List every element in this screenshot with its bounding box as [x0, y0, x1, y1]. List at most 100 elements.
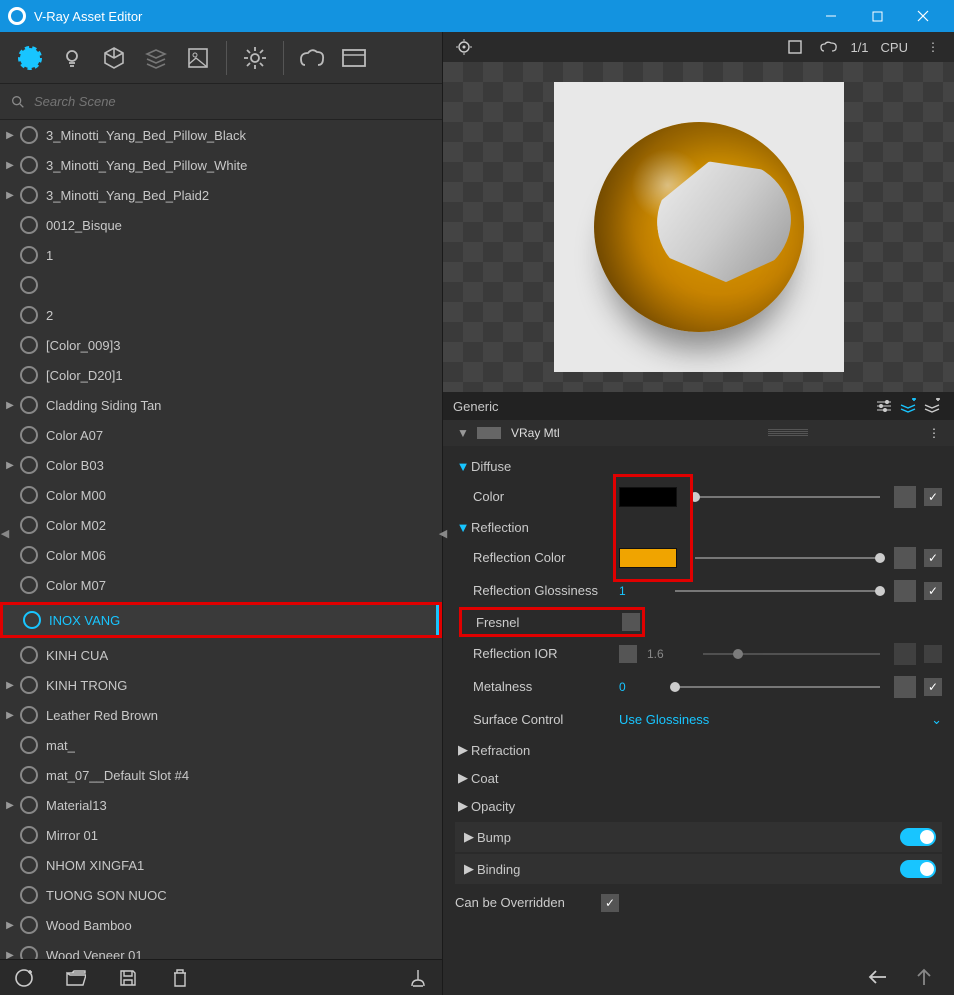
preview-engine[interactable]: CPU [881, 40, 908, 55]
search-input[interactable] [26, 90, 432, 113]
material-list[interactable]: ▶3_Minotti_Yang_Bed_Pillow_Black▶3_Minot… [0, 120, 442, 959]
material-item[interactable]: Color M02 [0, 510, 442, 540]
metalness-value[interactable]: 0 [619, 680, 667, 694]
material-item[interactable]: 2 [0, 300, 442, 330]
binding-toggle[interactable] [900, 860, 936, 878]
chevron-down-icon[interactable]: ⌄ [931, 712, 942, 728]
panel-collapse-left[interactable]: ◀ [0, 514, 10, 554]
reflection-tex-check[interactable]: ✓ [924, 549, 942, 567]
render-icon[interactable] [292, 38, 332, 78]
material-item[interactable]: Color M06 [0, 540, 442, 570]
preview-ratio[interactable]: 1/1 [850, 40, 868, 55]
group-coat[interactable]: ▶Coat [455, 764, 942, 792]
geometry-tab-icon[interactable] [94, 38, 134, 78]
materials-tab-icon[interactable] [10, 38, 50, 78]
diffuse-color-slider[interactable] [695, 487, 880, 507]
diffuse-tex-check[interactable]: ✓ [924, 488, 942, 506]
ior-tex-check[interactable] [924, 645, 942, 663]
panel-splitter[interactable]: ◀ [438, 514, 448, 554]
diffuse-color-swatch[interactable] [619, 487, 677, 507]
material-item[interactable] [0, 270, 442, 300]
bump-toggle[interactable] [900, 828, 936, 846]
material-item[interactable]: ▶Material13 [0, 790, 442, 820]
preview-size-icon[interactable] [782, 34, 808, 60]
override-check[interactable]: ✓ [601, 894, 619, 912]
material-item[interactable]: ▶Leather Red Brown [0, 700, 442, 730]
material-item[interactable]: [Color_D20]1 [0, 360, 442, 390]
window-close[interactable] [900, 0, 946, 32]
layers-tab-icon[interactable] [136, 38, 176, 78]
save-icon[interactable] [116, 966, 140, 990]
material-item[interactable]: INOX VANG [3, 605, 439, 635]
preview-teapot-icon[interactable] [816, 34, 842, 60]
ior-tex-button[interactable] [894, 643, 916, 665]
purge-icon[interactable] [406, 966, 430, 990]
save-preset-icon[interactable] [920, 394, 944, 418]
glossiness-slider[interactable] [675, 581, 880, 601]
material-item[interactable]: mat_07__Default Slot #4 [0, 760, 442, 790]
material-item[interactable]: ▶KINH TRONG [0, 670, 442, 700]
preview-lock-icon[interactable] [451, 34, 477, 60]
ior-slider[interactable] [703, 644, 880, 664]
material-item[interactable]: ▶Wood Veneer 01 [0, 940, 442, 959]
glossiness-value[interactable]: 1 [619, 584, 667, 598]
up-icon[interactable] [912, 965, 936, 989]
open-icon[interactable] [64, 966, 88, 990]
add-layer-icon[interactable] [896, 394, 920, 418]
material-item[interactable]: Color M00 [0, 480, 442, 510]
window-minimize[interactable] [808, 0, 854, 32]
material-item[interactable]: 0012_Bisque [0, 210, 442, 240]
material-item[interactable]: ▶Color B03 [0, 450, 442, 480]
group-bump[interactable]: ▶Bump [455, 822, 942, 852]
group-reflection[interactable]: ▼Reflection [455, 513, 942, 541]
window-maximize[interactable] [854, 0, 900, 32]
titlebar: V-Ray Asset Editor [0, 0, 954, 32]
metalness-tex-button[interactable] [894, 676, 916, 698]
settings-icon[interactable] [235, 38, 275, 78]
glossiness-tex-button[interactable] [894, 580, 916, 602]
reflection-tex-button[interactable] [894, 547, 916, 569]
reflection-color-slider[interactable] [695, 548, 880, 568]
material-item[interactable]: ▶3_Minotti_Yang_Bed_Plaid2 [0, 180, 442, 210]
delete-icon[interactable] [168, 966, 192, 990]
metalness-tex-check[interactable]: ✓ [924, 678, 942, 696]
material-item[interactable]: Mirror 01 [0, 820, 442, 850]
material-item[interactable]: Color M07 [0, 570, 442, 600]
material-item[interactable]: TUONG SON NUOC [0, 880, 442, 910]
layer-menu-icon[interactable]: ⋮ [928, 426, 940, 440]
adjust-icon[interactable] [872, 394, 896, 418]
material-item[interactable]: ▶Cladding Siding Tan [0, 390, 442, 420]
group-refraction[interactable]: ▶Refraction [455, 736, 942, 764]
material-item[interactable]: ▶Wood Bamboo [0, 910, 442, 940]
group-binding[interactable]: ▶Binding [455, 854, 942, 884]
material-item[interactable]: [Color_009]3 [0, 330, 442, 360]
ior-lock[interactable] [619, 645, 637, 663]
material-item[interactable]: Color A07 [0, 420, 442, 450]
surface-control-value[interactable]: Use Glossiness [619, 712, 709, 727]
group-diffuse[interactable]: ▼Diffuse [455, 452, 942, 480]
layer-row[interactable]: ▼ VRay Mtl ⋮ [443, 420, 954, 446]
framebuffer-icon[interactable] [334, 38, 374, 78]
material-item[interactable]: mat_ [0, 730, 442, 760]
app-logo [8, 7, 26, 25]
material-name: Leather Red Brown [46, 708, 158, 723]
material-swatch-icon [20, 246, 38, 264]
metalness-slider[interactable] [675, 677, 880, 697]
material-item[interactable]: 1 [0, 240, 442, 270]
fresnel-check[interactable] [622, 613, 640, 631]
reflection-color-swatch[interactable] [619, 548, 677, 568]
lights-tab-icon[interactable] [52, 38, 92, 78]
ior-value[interactable]: 1.6 [647, 647, 695, 661]
material-name: Color M00 [46, 488, 106, 503]
back-icon[interactable] [866, 965, 890, 989]
group-opacity[interactable]: ▶Opacity [455, 792, 942, 820]
material-item[interactable]: KINH CUA [0, 640, 442, 670]
material-item[interactable]: ▶3_Minotti_Yang_Bed_Pillow_White [0, 150, 442, 180]
material-item[interactable]: ▶3_Minotti_Yang_Bed_Pillow_Black [0, 120, 442, 150]
glossiness-tex-check[interactable]: ✓ [924, 582, 942, 600]
material-item[interactable]: NHOM XINGFA1 [0, 850, 442, 880]
add-asset-icon[interactable] [12, 966, 36, 990]
diffuse-tex-button[interactable] [894, 486, 916, 508]
preview-menu-icon[interactable]: ⋮ [920, 34, 946, 60]
textures-tab-icon[interactable] [178, 38, 218, 78]
